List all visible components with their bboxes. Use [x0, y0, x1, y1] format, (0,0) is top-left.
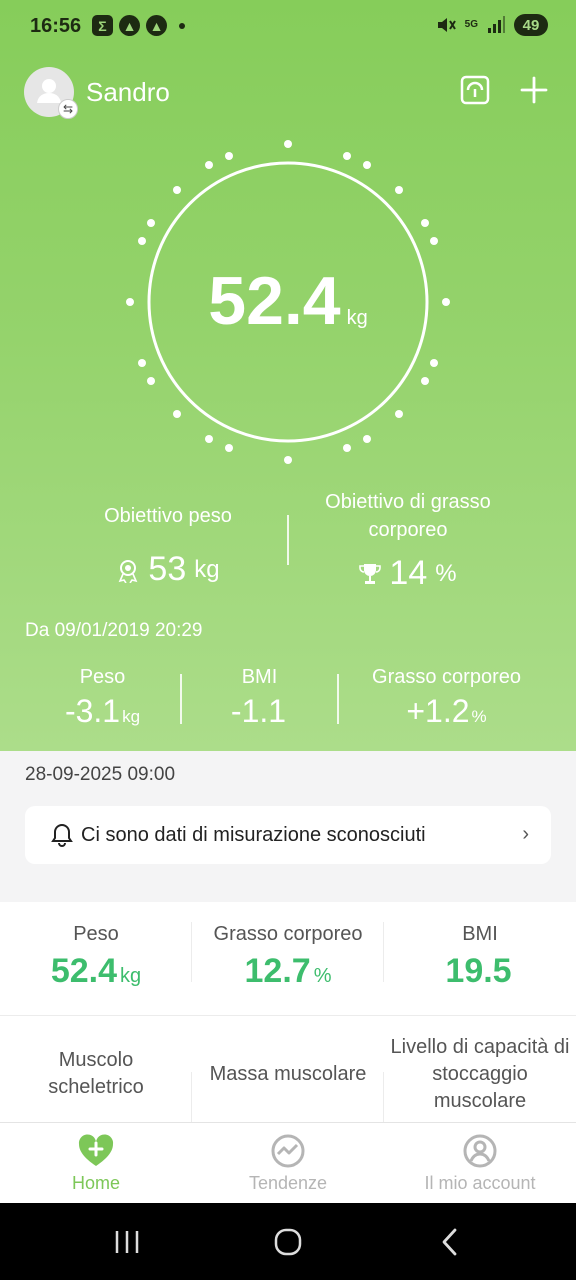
trophy-icon [359, 563, 382, 584]
bell-icon [51, 823, 73, 847]
weight-goal[interactable]: Obiettivo peso 53 kg [48, 488, 288, 589]
delta-value: +1.2 [406, 693, 470, 729]
recents-icon [115, 1231, 139, 1253]
metric-label: Muscolo scheletrico [48, 1049, 144, 1098]
more-notifications-dot [179, 22, 185, 29]
network-type: 5G [464, 19, 478, 30]
system-navigation-bar [0, 1203, 576, 1280]
metric-label: Livello di capacità di stoccaggio muscol… [390, 1036, 570, 1112]
delta-label: BMI [241, 666, 278, 688]
metric-value: 12.7 [244, 952, 311, 990]
nav-trends[interactable]: Tendenze [192, 1131, 384, 1194]
bottom-navigation: Home Tendenze Il mio account [0, 1122, 576, 1203]
weight-number: 52.4 [208, 263, 341, 339]
body-fat-goal-unit: % [435, 559, 457, 587]
battery-indicator: 49 [514, 14, 548, 36]
nav-home[interactable]: Home [0, 1131, 192, 1194]
system-status-icons: 5G 49 [435, 14, 548, 36]
metric-weight[interactable]: Peso 52.4 kg [0, 921, 192, 991]
avatar[interactable]: ⇆ [24, 67, 78, 119]
nav-account[interactable]: Il mio account [384, 1131, 576, 1194]
nav-label: Il mio account [424, 1173, 536, 1193]
trend-icon [271, 1134, 305, 1168]
nav-label: Home [71, 1173, 120, 1193]
delta-unit: % [471, 707, 487, 726]
body-fat-goal-value: 14 [389, 554, 428, 592]
metric-label: Peso [73, 923, 119, 945]
body-fat-goal-label: Obiettivo di grasso corporeo [325, 491, 491, 541]
unknown-data-banner[interactable]: Ci sono dati di misurazione sconosciuti … [25, 806, 551, 864]
metric-row-divider [0, 1015, 576, 1016]
metric-muscle-mass[interactable]: Massa muscolare [192, 1061, 384, 1088]
sigma-app-icon: Σ [92, 15, 113, 36]
metric-bmi[interactable]: BMI 19.5 [384, 921, 576, 991]
status-bar: 16:56 Σ ▲ ▲ 5G 49 [0, 0, 576, 54]
home-button[interactable] [268, 1225, 308, 1259]
status-time: 16:56 [30, 15, 82, 37]
app-notification-icon: ▲ [119, 15, 140, 36]
user-name[interactable]: Sandro [86, 77, 170, 108]
heart-plus-icon [78, 1134, 114, 1166]
switch-user-icon[interactable]: ⇆ [58, 99, 78, 119]
delta-label: Grasso corporeo [372, 666, 521, 688]
delta-value: -3.1 [64, 693, 121, 729]
delta-body-fat: Grasso corporeo +1.2% [339, 666, 554, 730]
metric-label: Massa muscolare [209, 1063, 367, 1085]
add-button[interactable] [514, 70, 554, 110]
delta-weight: Peso -3.1 kg [25, 666, 180, 730]
signal-icon [488, 16, 505, 33]
metric-unit: % [313, 965, 332, 987]
scale-sync-button[interactable] [455, 70, 495, 110]
weight-goal-unit: kg [194, 555, 220, 583]
comparison-since-date: Da 09/01/2019 20:29 [25, 620, 203, 641]
mute-icon [437, 18, 456, 32]
metrics-grid: Peso 52.4 kg Grasso corporeo 12.7% BMI 19… [0, 902, 576, 1122]
metric-label: BMI [462, 923, 498, 945]
measurement-date: 28-09-2025 09:00 [25, 764, 176, 785]
metric-value: 52.4 [50, 952, 118, 990]
delta-unit: kg [122, 707, 141, 726]
current-weight: 52.4 kg [0, 262, 576, 340]
weight-goal-label: Obiettivo peso [104, 505, 232, 527]
home-circle-icon [274, 1228, 302, 1256]
weight-goal-value: 53 [148, 550, 187, 588]
metric-divider [191, 922, 192, 982]
metric-label: Grasso corporeo [213, 923, 363, 945]
hero-panel: 16:56 Σ ▲ ▲ 5G 49 ⇆ Sandro 52.4 kg Obiet… [0, 0, 576, 751]
metric-unit: kg [120, 965, 142, 987]
metric-divider [383, 922, 384, 982]
recents-button[interactable] [107, 1225, 147, 1259]
medal-icon [119, 559, 138, 583]
delta-bmi: BMI -1.1 [182, 666, 337, 730]
nav-label: Tendenze [248, 1173, 328, 1193]
app-notification-icon: ▲ [146, 15, 167, 36]
account-icon [463, 1134, 497, 1168]
metric-body-fat[interactable]: Grasso corporeo 12.7% [192, 921, 384, 991]
body-fat-goal[interactable]: Obiettivo di grasso corporeo 14% [288, 488, 528, 593]
plus-icon [520, 76, 548, 104]
metric-value: 19.5 [445, 952, 512, 990]
scale-sync-icon [460, 75, 490, 105]
delta-value: -1.1 [230, 693, 287, 729]
chevron-right-icon: › [522, 823, 529, 845]
metric-muscle-storage[interactable]: Livello di capacità di stoccaggio muscol… [384, 1034, 576, 1115]
back-button[interactable] [430, 1225, 470, 1259]
weight-unit: kg [346, 307, 368, 329]
delta-label: Peso [79, 666, 126, 688]
banner-text: Ci sono dati di misurazione sconosciuti [81, 823, 426, 846]
metric-skeletal-muscle[interactable]: Muscolo scheletrico [0, 1047, 192, 1101]
notification-icons: Σ ▲ ▲ [92, 15, 185, 36]
back-icon [442, 1228, 457, 1256]
